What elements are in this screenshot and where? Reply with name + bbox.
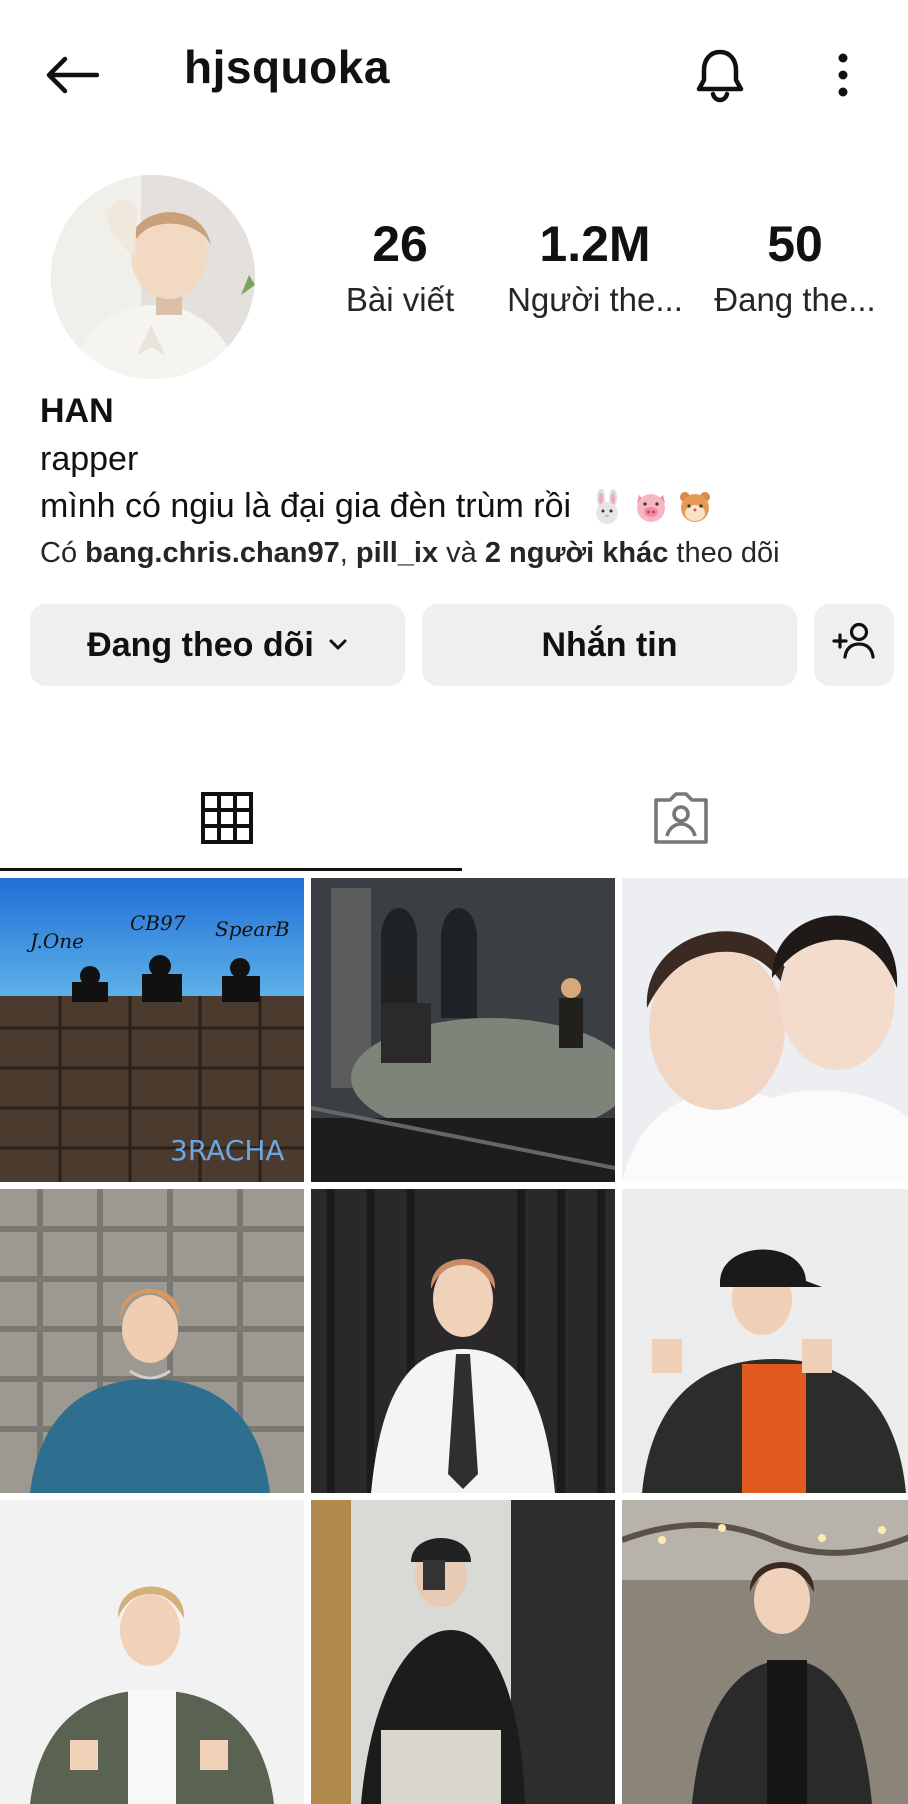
post-thumbnail[interactable] <box>622 1189 908 1493</box>
profile-name: HAN <box>40 392 114 430</box>
stat-following[interactable]: 50 Đang the... <box>705 215 885 319</box>
profile-stats: 26 Bài viết 1.2M Người the... 50 Đang th… <box>330 215 890 335</box>
followed-suffix: theo dõi <box>668 537 780 569</box>
tab-tagged[interactable] <box>454 770 908 870</box>
followed-user-1[interactable]: bang.chris.chan97 <box>85 537 340 569</box>
followed-sep: , <box>339 537 356 569</box>
profile-tabs <box>0 770 908 870</box>
active-tab-indicator <box>0 868 462 871</box>
followed-and: và <box>438 537 485 569</box>
followers-label: Người the... <box>507 281 683 318</box>
stat-posts[interactable]: 26 Bài viết <box>330 215 470 319</box>
following-button-label: Đang theo dõi <box>87 625 314 664</box>
rabbit-face-icon <box>596 488 619 524</box>
post-thumbnail[interactable] <box>0 1500 304 1804</box>
stat-followers[interactable]: 1.2M Người the... <box>500 215 690 319</box>
post-thumbnail[interactable] <box>311 1500 615 1804</box>
posts-label: Bài viết <box>345 281 455 318</box>
followed-prefix: Có <box>40 537 86 569</box>
hamster-face-icon <box>680 491 711 522</box>
bio-text: mình có ngiu là đại gia đèn trùm rồi <box>40 487 572 525</box>
followed-others[interactable]: 2 người khác <box>485 537 668 569</box>
grid-icon <box>201 791 253 849</box>
profile-avatar[interactable] <box>51 175 255 379</box>
add-user-icon <box>831 621 877 670</box>
bio-line-1: rapper <box>40 440 139 478</box>
tagged-icon <box>652 790 710 851</box>
profile-username: hjsquoka <box>184 41 390 93</box>
followed-by-text[interactable]: Có bang.chris.chan97, pill_ix và 2 người… <box>40 537 780 570</box>
message-button-label: Nhắn tin <box>541 625 678 664</box>
post-caption-text: SpearB <box>215 917 290 941</box>
pig-face-icon <box>637 493 666 522</box>
chevron-down-icon <box>328 638 348 652</box>
following-button[interactable]: Đang theo dõi <box>30 604 405 686</box>
post-thumbnail[interactable] <box>622 878 908 1182</box>
post-thumbnail[interactable] <box>622 1500 908 1804</box>
back-arrow-icon[interactable] <box>36 40 106 110</box>
message-button[interactable]: Nhắn tin <box>422 604 797 686</box>
more-vertical-icon[interactable] <box>815 40 870 110</box>
followers-count: 1.2M <box>539 216 651 272</box>
post-thumbnail[interactable] <box>311 1189 615 1493</box>
following-label: Đang the... <box>714 281 876 318</box>
followed-user-2[interactable]: pill_ix <box>356 537 438 569</box>
post-thumbnail[interactable] <box>0 1189 304 1493</box>
bell-icon[interactable] <box>690 40 750 110</box>
following-count: 50 <box>767 216 823 272</box>
top-bar: hjsquoka <box>0 0 908 140</box>
add-user-button[interactable] <box>814 604 894 686</box>
post-thumbnail[interactable] <box>311 878 615 1182</box>
post-thumbnail[interactable]: J.One CB97 SpearB 3RACHA <box>0 878 304 1182</box>
posts-count: 26 <box>372 216 428 272</box>
bio-line-2: mình có ngiu là đại gia đèn trùm rồi <box>40 487 713 526</box>
post-caption-text: CB97 <box>130 911 186 935</box>
post-caption-text: J.One <box>26 929 84 953</box>
tab-posts-grid[interactable] <box>0 770 454 870</box>
post-footer-text: 3RACHA <box>170 1134 285 1167</box>
